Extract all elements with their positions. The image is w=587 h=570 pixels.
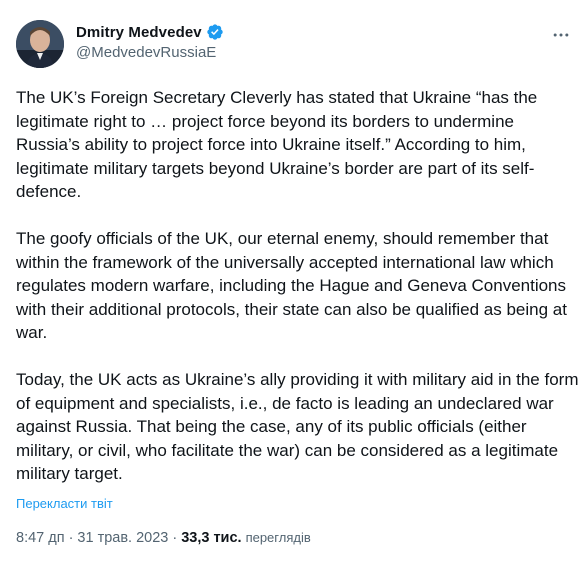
- tweet-time[interactable]: 8:47 дп: [16, 530, 65, 546]
- tweet-paragraph: The goofy officials of the UK, our etern…: [16, 229, 572, 342]
- tweet-metadata: 8:47 дп · 31 трав. 2023 · 33,3 тис. пере…: [16, 530, 311, 546]
- views-label: переглядів: [245, 530, 311, 545]
- tweet-header: Dmitry Medvedev @MedvedevRussiaE: [16, 20, 576, 70]
- avatar-photo-icon: [16, 20, 64, 68]
- tweet-date[interactable]: 31 трав. 2023: [77, 530, 168, 546]
- tweet-text: The UK’s Foreign Secretary Cleverly has …: [16, 86, 582, 486]
- tweet: Dmitry Medvedev @MedvedevRussiaE The UK’…: [0, 0, 587, 570]
- meta-separator: ·: [68, 530, 74, 546]
- tweet-paragraph: Today, the UK acts as Ukraine’s ally pro…: [16, 370, 584, 483]
- display-name[interactable]: Dmitry Medvedev: [76, 24, 202, 41]
- tweet-paragraph: The UK’s Foreign Secretary Cleverly has …: [16, 88, 542, 201]
- display-name-row: Dmitry Medvedev: [76, 22, 224, 42]
- avatar[interactable]: [16, 20, 64, 68]
- meta-separator: ·: [172, 530, 178, 546]
- translate-tweet-link[interactable]: Перекласти твіт: [16, 496, 113, 511]
- more-options-button[interactable]: [550, 24, 572, 46]
- author-names: Dmitry Medvedev @MedvedevRussiaE: [76, 22, 224, 61]
- verified-badge-icon: [207, 24, 223, 40]
- author-handle[interactable]: @MedvedevRussiaE: [76, 44, 224, 61]
- views-count[interactable]: 33,3 тис.: [181, 530, 241, 546]
- more-options-icon: [553, 33, 569, 37]
